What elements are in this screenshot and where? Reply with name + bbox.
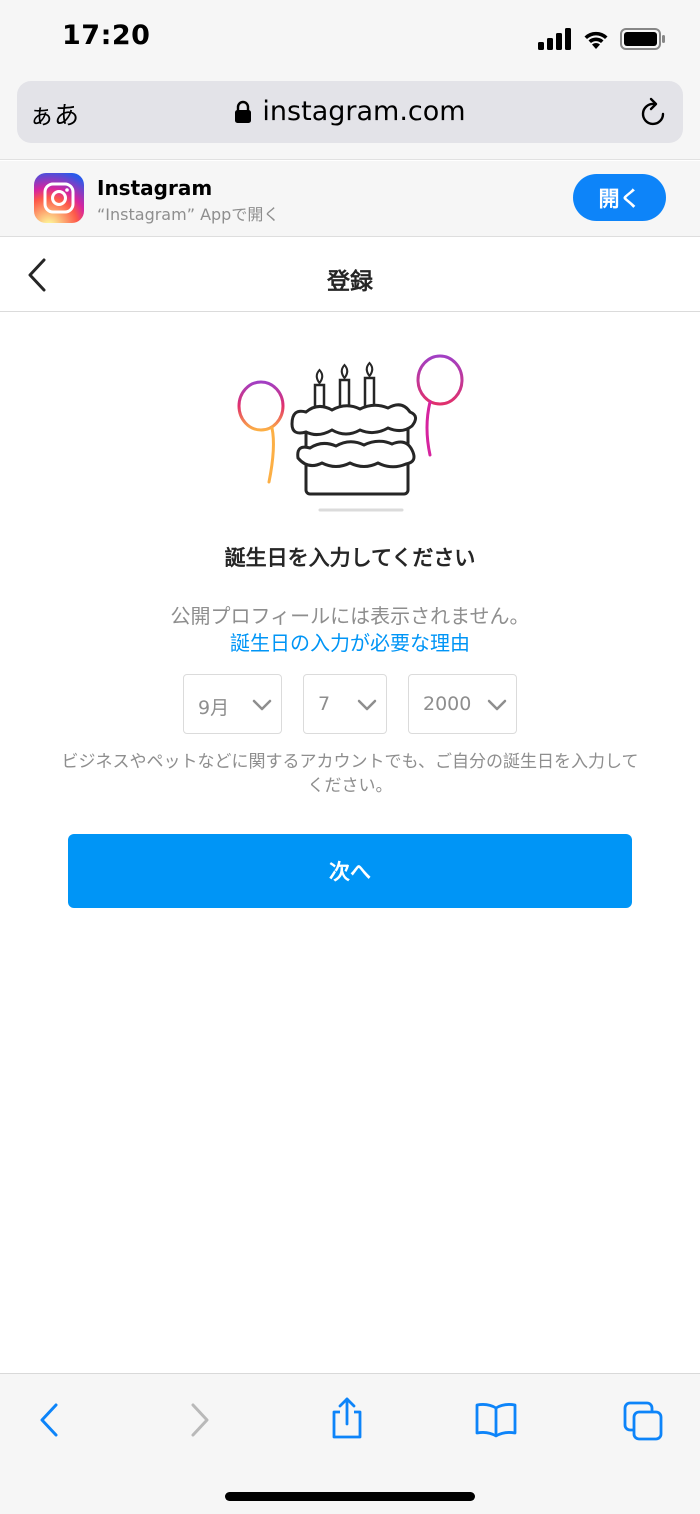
privacy-note: 公開プロフィールには表示されません。 [170,604,530,628]
chevron-down-icon [252,699,272,711]
back-icon[interactable] [36,1400,62,1440]
status-time: 17:20 [62,20,151,51]
smart-app-banner: Instagram “Instagram” Appで開く 開く [0,161,700,237]
home-indicator [225,1492,475,1501]
day-select[interactable]: 7 [303,674,387,734]
bookmarks-icon[interactable] [474,1402,518,1438]
instagram-app-icon [34,173,84,223]
wifi-icon [584,31,608,49]
tabs-icon[interactable] [622,1400,664,1442]
birthday-cake-icon [237,354,464,512]
open-app-button[interactable]: 開く [573,174,666,221]
reload-icon[interactable] [639,96,669,128]
instagram-logo-icon [43,182,75,214]
year-value: 2000 [423,693,472,715]
share-icon[interactable] [329,1396,365,1440]
app-subtitle: “Instagram” Appで開く [97,205,280,224]
forward-icon[interactable] [187,1400,213,1440]
page-title: 登録 [327,269,373,295]
page-heading: 誕生日を入力してください [224,546,476,570]
battery-icon [620,28,665,50]
why-birthday-link[interactable]: 誕生日の入力が必要な理由 [0,627,700,656]
status-icons [538,24,666,54]
status-bar: 17:20 [0,0,700,78]
birthday-selects: 9月 7 2000 [0,674,700,734]
url-text: instagram.com [262,96,466,127]
page-header: 登録 [0,238,700,312]
day-value: 7 [318,693,331,715]
signal-icon [538,28,571,50]
chevron-down-icon [357,699,377,711]
address-bar[interactable]: ぁあ instagram.com [17,81,683,143]
chevron-down-icon [487,699,507,711]
lock-icon [235,100,252,123]
url-display[interactable]: instagram.com [17,96,683,127]
month-value: 9月 [198,697,230,719]
year-select[interactable]: 2000 [408,674,517,734]
business-account-note: ビジネスやペットなどに関するアカウントでも、ご自分の誕生日を入力してください。 [61,752,639,796]
browser-top-bar: ぁあ instagram.com [0,78,700,160]
next-button[interactable]: 次へ [68,834,632,908]
month-select[interactable]: 9月 [183,674,282,734]
app-name: Instagram [97,176,213,200]
